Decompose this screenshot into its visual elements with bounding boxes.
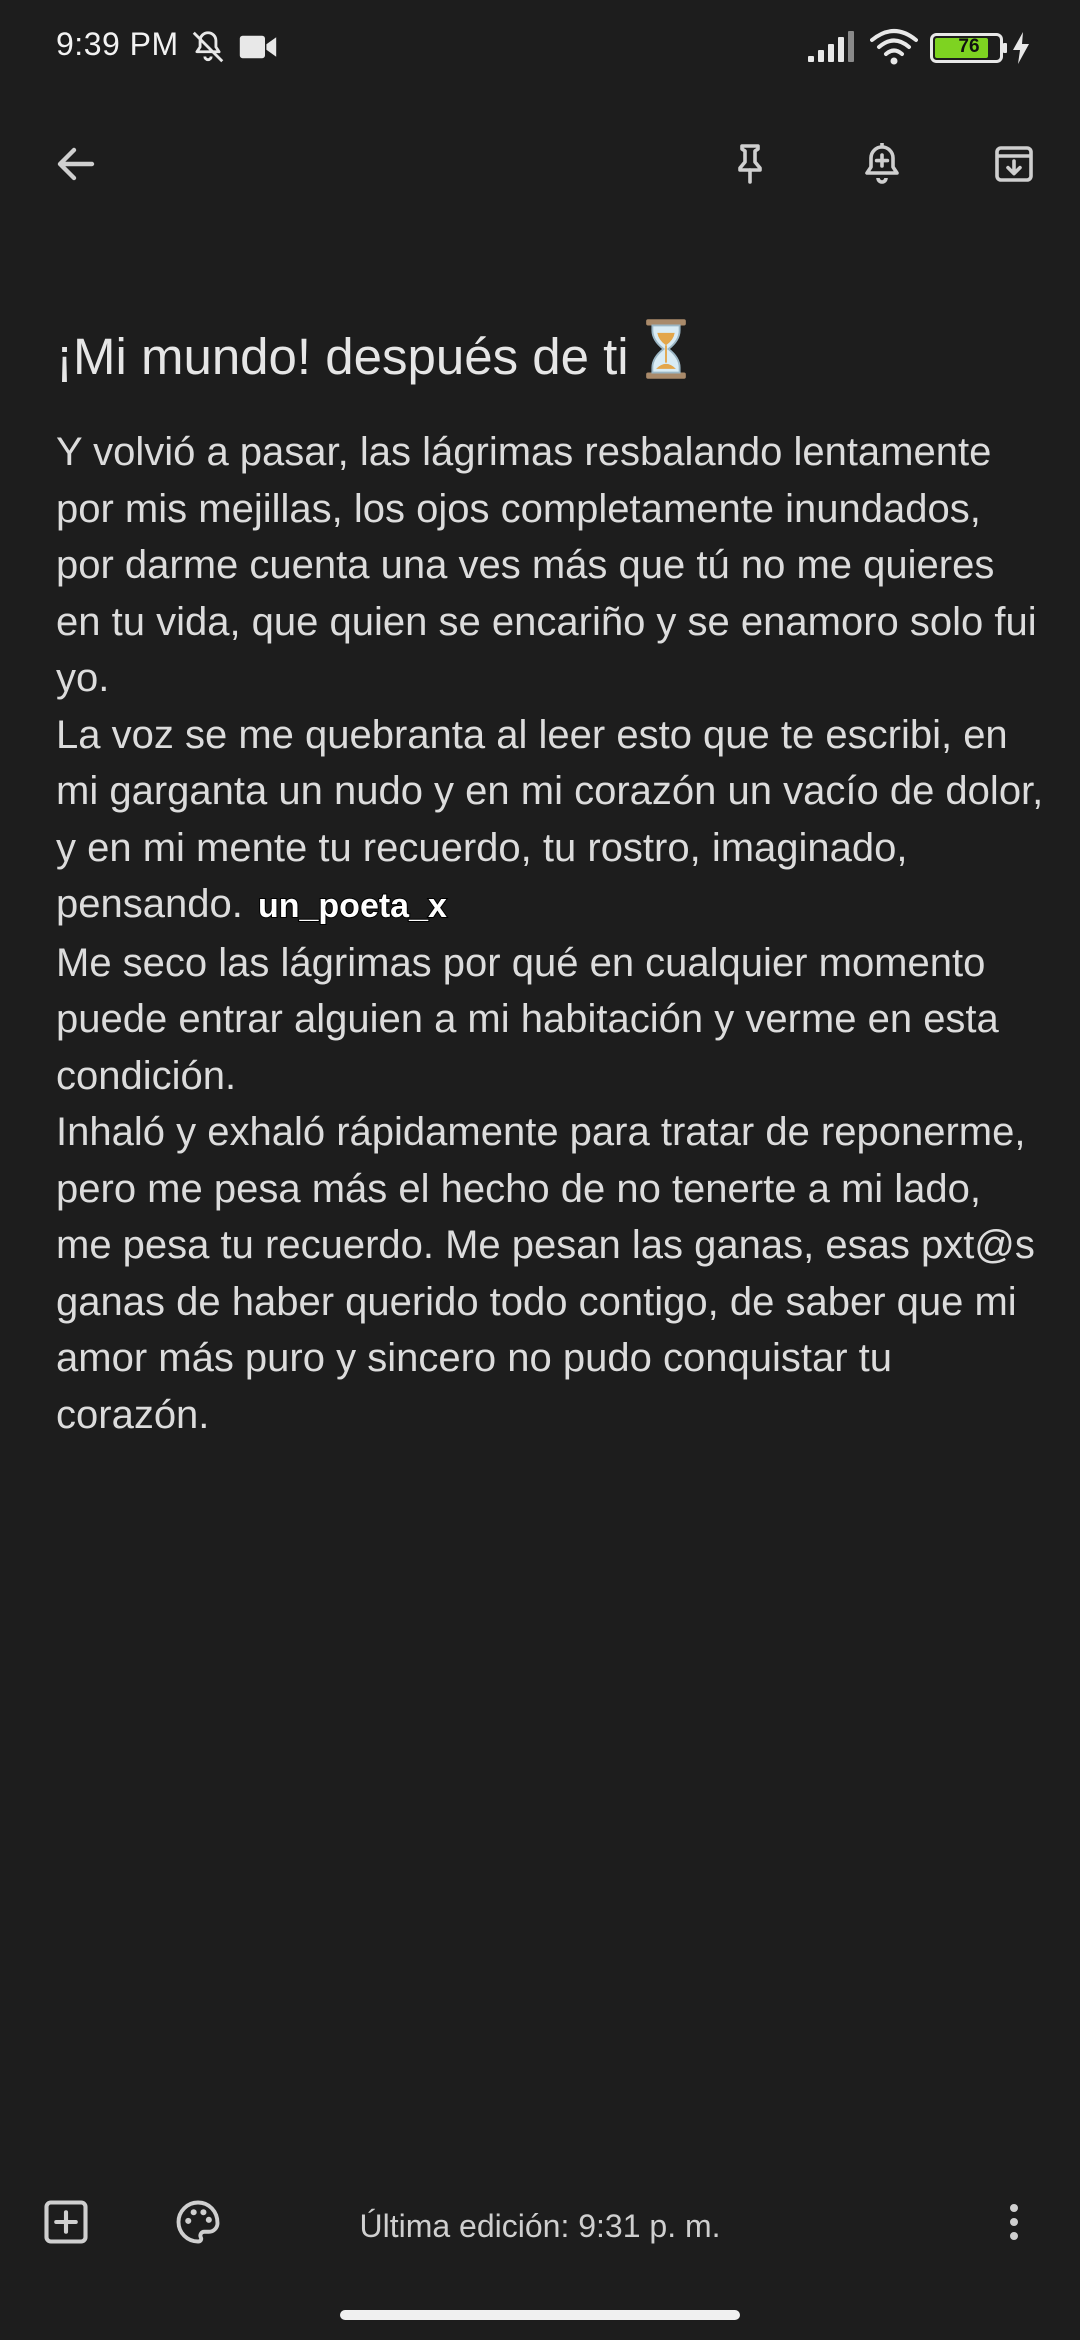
more-vert-icon: [1010, 2204, 1018, 2240]
note-body[interactable]: Y volvió a pasar, las lágrimas resbaland…: [56, 424, 1046, 1443]
battery-level: 76: [958, 36, 980, 57]
more-options-button[interactable]: [978, 2186, 1050, 2258]
note-paragraph: Me seco las lágrimas por qué en cualquie…: [56, 940, 999, 1098]
video-icon: [239, 35, 277, 59]
pin-icon: [738, 144, 762, 184]
status-bar: 9:39 PM 76: [0, 0, 1080, 96]
bell-off-icon: [192, 31, 224, 63]
archive-button[interactable]: [978, 128, 1050, 200]
reminder-button[interactable]: [846, 128, 918, 200]
signal-icon: [808, 31, 854, 62]
archive-icon: [995, 146, 1033, 182]
note-title-text: ¡Mi mundo! después de ti: [56, 328, 629, 385]
note-title[interactable]: ¡Mi mundo! después de ti: [56, 318, 1036, 392]
hourglass-icon: [645, 319, 686, 379]
charging-icon: [1013, 32, 1029, 64]
note-paragraph: Y volvió a pasar, las lágrimas resbaland…: [56, 430, 1037, 700]
reminder-bell-icon: [865, 143, 899, 184]
note-paragraph: Inhaló y exhaló rápidamente para tratar …: [56, 1110, 1035, 1437]
pin-button[interactable]: [714, 128, 786, 200]
last-edited-label: Última edición: 9:31 p. m.: [359, 2208, 721, 2244]
watermark-text: un_poeta_x: [257, 886, 448, 926]
status-time: 9:39 PM: [56, 26, 179, 62]
back-button[interactable]: [40, 128, 112, 200]
note-paragraph-with-watermark: La voz se me quebranta al leer esto que …: [56, 707, 1046, 935]
gesture-nav-handle[interactable]: [340, 2310, 740, 2320]
wifi-icon: [870, 29, 918, 65]
note-toolbar: [0, 120, 1080, 210]
note-paragraph: La voz se me quebranta al leer esto que …: [56, 712, 1044, 927]
bottom-bar: Última edición: 9:31 p. m.: [0, 2186, 1080, 2276]
back-arrow-icon: [57, 147, 95, 181]
